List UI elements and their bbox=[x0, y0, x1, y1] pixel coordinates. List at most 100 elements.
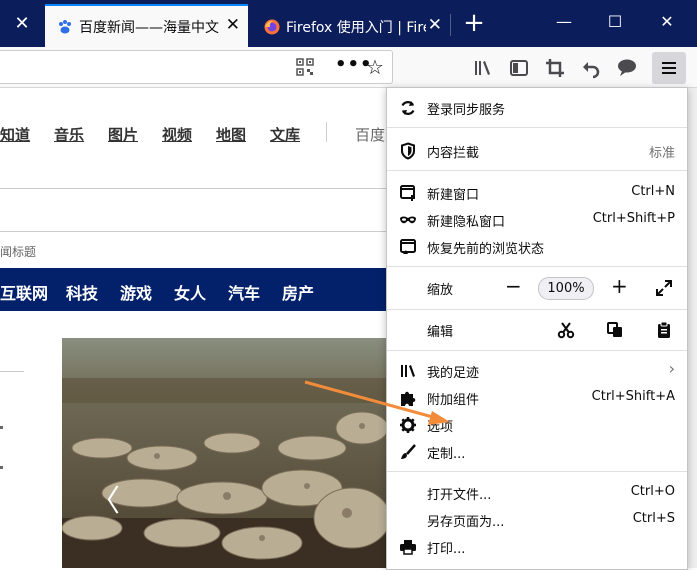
nav-link-video[interactable]: 视频 bbox=[162, 124, 192, 145]
new-tab-button[interactable]: + bbox=[460, 8, 488, 38]
tab-close-icon[interactable]: ✕ bbox=[8, 10, 36, 38]
category-women[interactable]: 女人 bbox=[174, 280, 206, 304]
nav-link-baidu[interactable]: 百度 bbox=[355, 124, 385, 145]
tab-separator bbox=[450, 14, 451, 36]
nav-link-wenku[interactable]: 文库 bbox=[270, 124, 300, 145]
hamburger-icon bbox=[662, 62, 676, 64]
maximize-button[interactable]: ☐ bbox=[603, 12, 627, 31]
nav-link-zhidao[interactable]: 知道 bbox=[0, 124, 30, 145]
gear-icon bbox=[400, 417, 416, 433]
menu-separator bbox=[387, 127, 687, 128]
tab-baidu-news[interactable]: 百度新闻——海量中文 ✕ bbox=[45, 4, 248, 49]
menu-separator bbox=[387, 309, 687, 310]
navigation-toolbar: ••• ☆ bbox=[0, 47, 697, 88]
bullet bbox=[0, 466, 3, 469]
cut-scissors-icon[interactable] bbox=[557, 321, 575, 339]
printer-icon bbox=[400, 540, 416, 555]
paintbrush-icon bbox=[401, 444, 416, 459]
category-internet[interactable]: 互联网 bbox=[0, 280, 48, 304]
undo-arrow-icon[interactable] bbox=[580, 57, 602, 79]
nav-link-map[interactable]: 地图 bbox=[216, 124, 246, 145]
menu-item-open-file[interactable]: 打开文件... Ctrl+O bbox=[387, 479, 687, 506]
minimize-button[interactable]: — bbox=[552, 12, 576, 31]
menu-item-options[interactable]: 选项 bbox=[387, 411, 687, 438]
news-title-label: 闻标题 bbox=[0, 245, 37, 259]
tab-firefox-intro[interactable]: Firefox 使用入门 | Firef ✕ bbox=[252, 6, 450, 47]
menu-item-restore-session[interactable]: 恢复先前的浏览状态 bbox=[387, 233, 687, 260]
main-menu-button[interactable] bbox=[652, 52, 686, 84]
qr-code-icon[interactable] bbox=[296, 58, 314, 76]
content-blocking-value: 标准 bbox=[648, 146, 675, 161]
category-realestate[interactable]: 房产 bbox=[282, 280, 314, 304]
menu-item-private-window[interactable]: 新建隐私窗口 Ctrl+Shift+P bbox=[387, 206, 687, 233]
menu-item-content-blocking[interactable]: 内容拦截 标准 bbox=[387, 137, 687, 164]
zoom-out-button[interactable]: − bbox=[505, 274, 522, 298]
tab-title: 百度新闻——海量中文 bbox=[79, 20, 219, 36]
menu-label: 编辑 bbox=[427, 325, 454, 340]
tab-close-icon[interactable]: ✕ bbox=[226, 15, 240, 35]
divider bbox=[0, 371, 24, 372]
menu-item-library[interactable]: 我的足迹 › bbox=[387, 357, 687, 384]
copy-icon[interactable] bbox=[606, 321, 624, 339]
bookmark-star-icon[interactable]: ☆ bbox=[366, 55, 384, 79]
menu-shortcut: Ctrl+O bbox=[630, 484, 675, 499]
url-bar[interactable]: ••• ☆ bbox=[0, 50, 393, 84]
zoom-in-button[interactable]: + bbox=[611, 274, 628, 298]
menu-shortcut: Ctrl+Shift+P bbox=[592, 211, 675, 226]
menu-separator bbox=[387, 170, 687, 171]
shield-icon bbox=[401, 142, 415, 160]
menu-label: 我的足迹 bbox=[427, 366, 480, 381]
private-mask-icon bbox=[400, 216, 416, 224]
menu-separator bbox=[387, 266, 687, 267]
nav-divider bbox=[326, 122, 327, 142]
menu-label: 定制... bbox=[427, 447, 466, 462]
zoom-reset-button[interactable]: 100% bbox=[538, 277, 594, 300]
category-games[interactable]: 游戏 bbox=[120, 280, 152, 304]
nav-link-images[interactable]: 图片 bbox=[108, 124, 138, 145]
menu-item-customize[interactable]: 定制... bbox=[387, 438, 687, 465]
close-window-button[interactable]: ✕ bbox=[655, 12, 679, 31]
main-menu-panel: 登录同步服务 内容拦截 标准 新建窗口 Ctrl+N 新建隐私窗口 Ctrl+S… bbox=[386, 87, 688, 570]
menu-label: 缩放 bbox=[427, 283, 454, 298]
menu-label: 附加组件 bbox=[427, 393, 480, 408]
chat-bubble-icon[interactable] bbox=[616, 57, 638, 79]
menu-label: 打开文件... bbox=[427, 488, 492, 503]
menu-item-new-window[interactable]: 新建窗口 Ctrl+N bbox=[387, 179, 687, 206]
tab-close-icon[interactable]: ✕ bbox=[428, 15, 442, 35]
library-icon[interactable] bbox=[472, 57, 494, 79]
divider bbox=[0, 231, 390, 232]
menu-item-zoom: 缩放 − 100% + bbox=[387, 274, 687, 302]
new-window-icon bbox=[400, 185, 415, 201]
menu-separator bbox=[387, 471, 687, 472]
menu-label: 内容拦截 bbox=[427, 146, 480, 161]
menu-shortcut: Ctrl+Shift+A bbox=[591, 389, 675, 404]
category-cars[interactable]: 汽车 bbox=[228, 280, 260, 304]
library-icon bbox=[401, 365, 415, 377]
tab-title: Firefox 使用入门 | Firef bbox=[286, 20, 426, 36]
menu-item-addons[interactable]: 附加组件 Ctrl+Shift+A bbox=[387, 384, 687, 411]
news-photo-seals[interactable]: 〈 bbox=[62, 338, 392, 568]
menu-label: 打印... bbox=[427, 542, 466, 557]
firefox-icon bbox=[264, 19, 280, 35]
menu-item-edit: 编辑 bbox=[387, 316, 687, 344]
menu-label: 登录同步服务 bbox=[427, 103, 506, 118]
baidu-paw-icon bbox=[59, 20, 71, 34]
menu-label: 选项 bbox=[427, 420, 454, 435]
menu-item-print[interactable]: 打印... bbox=[387, 533, 687, 560]
paste-clipboard-icon[interactable] bbox=[655, 321, 673, 339]
fullscreen-icon[interactable] bbox=[655, 279, 673, 297]
divider bbox=[0, 188, 390, 189]
puzzle-piece-icon bbox=[401, 391, 416, 406]
nav-link-music[interactable]: 音乐 bbox=[54, 124, 84, 145]
crop-screenshot-icon[interactable] bbox=[544, 57, 566, 79]
category-tech[interactable]: 科技 bbox=[66, 280, 98, 304]
sidebar-icon[interactable] bbox=[508, 57, 530, 79]
menu-label: 恢复先前的浏览状态 bbox=[427, 242, 545, 257]
menu-shortcut: Ctrl+S bbox=[632, 511, 675, 526]
menu-item-save-page[interactable]: 另存页面为... Ctrl+S bbox=[387, 506, 687, 533]
carousel-prev-icon[interactable]: 〈 bbox=[90, 476, 120, 520]
menu-separator bbox=[387, 350, 687, 351]
restore-session-icon bbox=[400, 239, 416, 254]
menu-shortcut: Ctrl+N bbox=[631, 184, 675, 199]
menu-item-sync[interactable]: 登录同步服务 bbox=[387, 94, 687, 121]
